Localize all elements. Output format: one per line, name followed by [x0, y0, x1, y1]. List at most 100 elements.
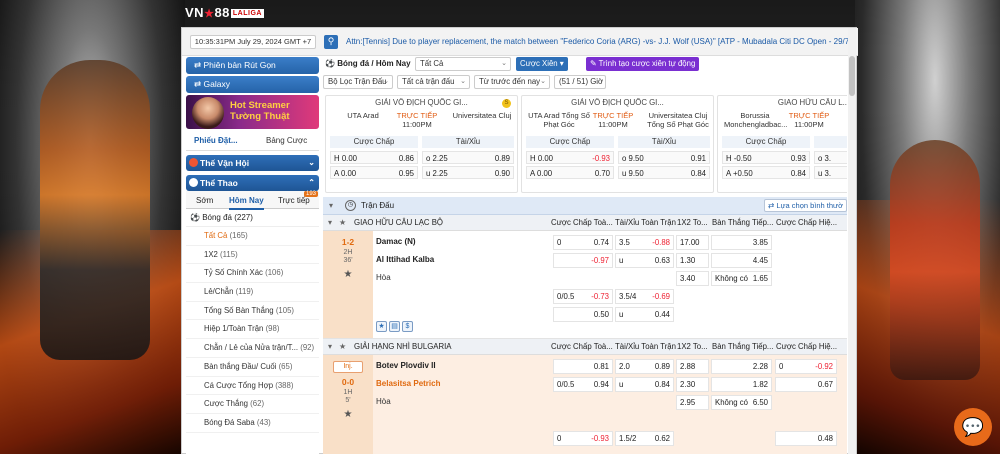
- odds-cell[interactable]: 2.28: [711, 359, 772, 374]
- galaxy-button[interactable]: ⇄ Galaxy: [186, 76, 319, 93]
- sidebar-market-item[interactable]: Bóng Đá Saba (43): [186, 414, 319, 433]
- odds-cell[interactable]: 17.00: [676, 235, 709, 250]
- sidebar-market-item[interactable]: Hiệp 1/Toàn Trận (98): [186, 320, 319, 340]
- favorite-icon[interactable]: ★: [376, 321, 387, 332]
- odds-cell[interactable]: 2.0 0.89: [615, 359, 674, 374]
- sidebar-market-item[interactable]: Tỷ Số Chính Xác (106): [186, 264, 319, 284]
- odds-cell[interactable]: 3.40: [676, 271, 709, 286]
- brand-logo[interactable]: VN★88 LALIGA: [185, 5, 264, 20]
- sidebar-market-item[interactable]: Bàn thắng Đầu/ Cuối (65): [186, 358, 319, 377]
- odds-cell[interactable]: 3.5 -0.88: [615, 235, 674, 250]
- card-handicap-odds[interactable]: A +0.50 0.84: [722, 166, 810, 179]
- odds-cell[interactable]: 0 0.74: [553, 235, 613, 250]
- sidebar-market-item[interactable]: Lẻ/Chẵn (119): [186, 283, 319, 302]
- collapse-icon[interactable]: ▾: [328, 339, 332, 355]
- galaxy-label: Galaxy: [203, 79, 230, 89]
- card-handicap-odds[interactable]: H 0.00 0.86: [330, 151, 418, 164]
- odds-value: 0.91: [690, 154, 706, 163]
- card-ou-odds[interactable]: u 3.: [814, 166, 847, 179]
- page-scrollbar[interactable]: [848, 28, 856, 454]
- odds-cell[interactable]: 1.30: [676, 253, 709, 268]
- odds-cell[interactable]: 2.30: [676, 377, 709, 392]
- home-team[interactable]: Botev Plovdiv II: [376, 361, 436, 370]
- filter-select[interactable]: Tất Cả ⌄: [415, 57, 511, 71]
- hot-streamer-banner[interactable]: Hot Streamer Tường Thuật: [186, 95, 319, 129]
- tab-live[interactable]: Trực tiếp: [278, 196, 310, 205]
- odds-cell[interactable]: 0 -0.93: [553, 431, 613, 446]
- card-handicap-odds[interactable]: A 0.00 0.95: [330, 166, 418, 179]
- card-handicap-odds[interactable]: H -0.50 0.93: [722, 151, 810, 164]
- card-handicap-odds[interactable]: A 0.00 0.70: [526, 166, 614, 179]
- sidebar-market-item[interactable]: Chẵn / Lẻ của Nửa trận/T... (92): [186, 339, 319, 358]
- odds-cell[interactable]: 0/0.5 -0.73: [553, 289, 613, 304]
- odds-cell[interactable]: 2.95: [676, 395, 709, 410]
- odds-cell[interactable]: 0.48: [775, 431, 837, 446]
- odds-card[interactable]: GIẢI VÔ ĐỊCH QUỐC GI... S UTA Arad TRỰC TIẾ…: [325, 95, 518, 193]
- tab-early[interactable]: Sớm: [196, 196, 213, 205]
- sports-category[interactable]: Thể Thao ⌃: [186, 175, 319, 191]
- sidebar-market-item[interactable]: Tổng Số Bàn Thắng (105): [186, 302, 319, 321]
- cashout-icon[interactable]: $: [402, 321, 413, 332]
- olympics-category[interactable]: Thế Vận Hội ⌄: [186, 155, 319, 171]
- odds-card[interactable]: GIẢI VÔ ĐỊCH QUỐC GI... UTA Arad Tổng Số …: [521, 95, 714, 193]
- odds-card[interactable]: GIAO HỮU CÂU L... Borussia Monchengladbac…: [717, 95, 847, 193]
- selection-mode-button[interactable]: ⇄ Lựa chọn bình thườ: [763, 199, 847, 212]
- odds-cell[interactable]: 0.50: [553, 307, 613, 322]
- odds-cell[interactable]: -0.97: [553, 253, 613, 268]
- odds-cell[interactable]: 0 -0.92: [775, 359, 837, 374]
- stats-icon[interactable]: ▤: [389, 321, 400, 332]
- sidebar-market-item[interactable]: 1X2 (115): [186, 246, 319, 265]
- sidebar-market-item[interactable]: Tất Cả (165): [186, 227, 319, 246]
- odds-cell[interactable]: u 0.44: [615, 307, 674, 322]
- away-team[interactable]: Belasitsa Petrich: [376, 379, 440, 388]
- sidebar-market-item[interactable]: Cược Thắng (62): [186, 395, 319, 414]
- odds-cell[interactable]: u 0.84: [615, 377, 674, 392]
- away-team[interactable]: Al Ittihad Kalba: [376, 255, 434, 264]
- favorite-star-icon[interactable]: ★: [323, 269, 373, 280]
- home-team[interactable]: Damac (N): [376, 237, 416, 246]
- star-icon[interactable]: ★: [339, 339, 346, 355]
- odds-cell[interactable]: 1.82: [711, 377, 772, 392]
- star-icon[interactable]: ★: [339, 215, 346, 231]
- match-filter-dropdown[interactable]: Bộ Lọc Trận Đấu ⌄: [323, 75, 393, 89]
- tab-bet-list[interactable]: Bảng Cược: [266, 136, 307, 145]
- card-ou-odds[interactable]: u 9.50 0.84: [618, 166, 710, 179]
- odds-cell[interactable]: 3.85: [711, 235, 772, 250]
- tab-today[interactable]: Hôm Nay: [229, 196, 264, 210]
- compact-version-button[interactable]: ⇄ Phiên bản Rút Gọn: [186, 57, 319, 74]
- search-icon[interactable]: ⚲: [324, 35, 338, 49]
- tab-betslip[interactable]: Phiếu Đặt...: [194, 136, 238, 145]
- collapse-icon[interactable]: ▾: [328, 215, 332, 231]
- odds-cell[interactable]: 0.67: [775, 377, 837, 392]
- odds-cell[interactable]: 2.88: [676, 359, 709, 374]
- sport-football[interactable]: ⚽ Bóng đá (227): [186, 209, 319, 227]
- match-count[interactable]: (51 / 51) Giờ: [554, 75, 606, 89]
- odds-cell[interactable]: 0/0.5 0.94: [553, 377, 613, 392]
- parlay-button[interactable]: Cược Xiên ▾: [516, 57, 568, 71]
- odds-cell[interactable]: 4.45: [711, 253, 772, 268]
- odds-cell[interactable]: 1.5/2 0.62: [615, 431, 674, 446]
- all-matches-dropdown[interactable]: Tất cả trận đấu ⌄: [397, 75, 470, 89]
- league-row[interactable]: ▾ ★ GIẢI HẠNG NHÌ BULGARIA Cược Chấp Toà…: [323, 339, 847, 355]
- collapse-icon[interactable]: ▾: [329, 197, 333, 215]
- card-ou-odds[interactable]: o 9.50 0.91: [618, 151, 710, 164]
- scrollbar-thumb[interactable]: [849, 56, 855, 96]
- time-range-dropdown[interactable]: Từ trước đến nay ⌄: [474, 75, 550, 89]
- auto-parlay-button[interactable]: ✎ Trình tạo cược xiên tự động: [586, 57, 700, 71]
- card-ou-odds[interactable]: o 3.: [814, 151, 847, 164]
- chat-support-icon[interactable]: 💬: [954, 408, 992, 446]
- card-handicap-odds[interactable]: H 0.00 -0.93: [526, 151, 614, 164]
- sidebar-market-item[interactable]: Cá Cược Tổng Hợp (388): [186, 377, 319, 396]
- news-ticker[interactable]: Attn:[Tennis] Due to player replacement,…: [346, 37, 852, 46]
- favorite-star-icon[interactable]: ★: [323, 409, 373, 420]
- card-ou-odds[interactable]: o 2.25 0.89: [422, 151, 514, 164]
- odds-cell[interactable]: u 0.63: [615, 253, 674, 268]
- odds-line: 3.5: [619, 238, 630, 247]
- league-row[interactable]: ▾ ★ GIAO HỮU CÂU LẠC BỘ Cược Chấp Toà...…: [323, 215, 847, 231]
- odds-cell[interactable]: Không có 6.50: [711, 395, 772, 410]
- odds-cell[interactable]: Không có 1.65: [711, 271, 772, 286]
- odds-cell[interactable]: 0.81: [553, 359, 613, 374]
- odds-cell[interactable]: 3.5/4 -0.69: [615, 289, 674, 304]
- market-label: Bàn thắng Đầu/ Cuối: [204, 361, 277, 371]
- card-ou-odds[interactable]: u 2.25 0.90: [422, 166, 514, 179]
